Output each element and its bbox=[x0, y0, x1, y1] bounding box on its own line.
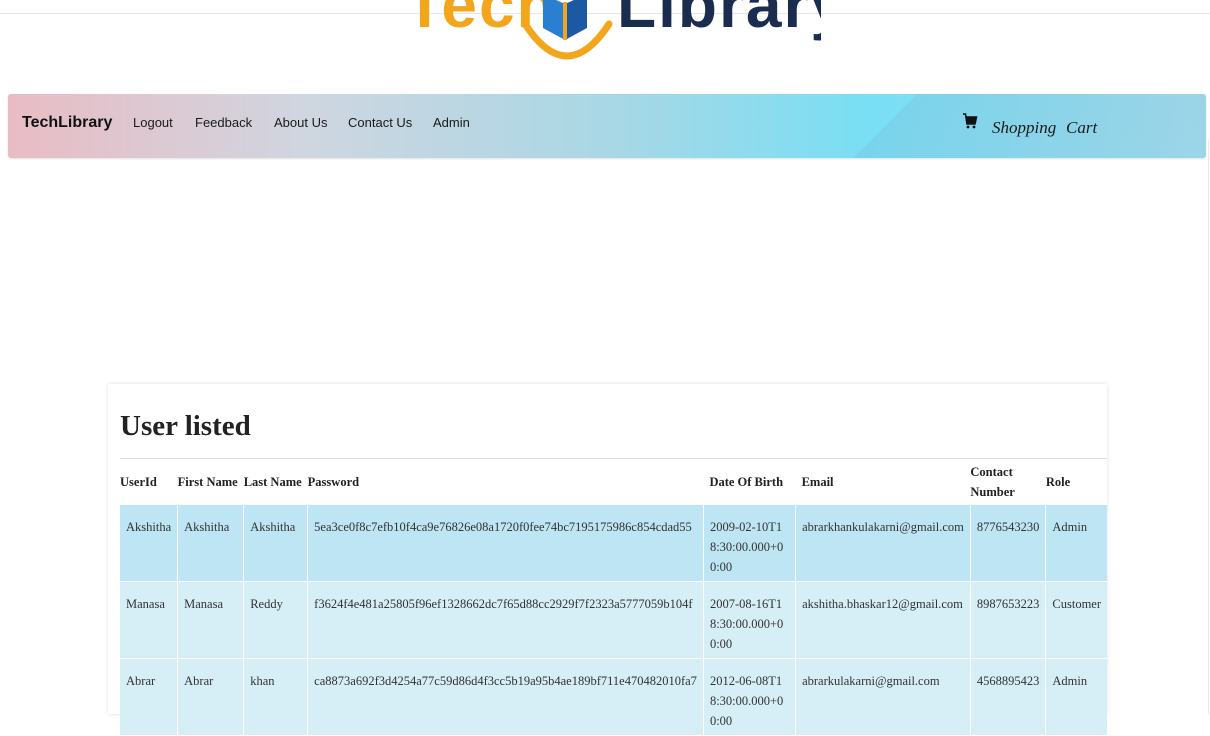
cell-date-of-birth: 2007-08-16T18:30:00.000+00:00 bbox=[702, 581, 796, 659]
col-header-email: Email bbox=[795, 458, 971, 505]
cell-userid: Manasa bbox=[120, 581, 178, 659]
logo-word-library: Library bbox=[617, 0, 821, 41]
nav-admin[interactable]: Admin bbox=[433, 115, 470, 130]
cell-first-name: Akshitha bbox=[177, 505, 244, 582]
col-header-password: Password bbox=[307, 458, 704, 505]
book-cube-icon bbox=[543, 0, 587, 40]
cell-userid: Akshitha bbox=[120, 505, 178, 582]
col-header-last-name: Last Name bbox=[243, 458, 308, 505]
cell-date-of-birth: 2012-06-08T18:30:00.000+00:00 bbox=[702, 658, 796, 736]
user-list-panel: User listed UserId First Name Last Name … bbox=[108, 384, 1107, 736]
nav-about-us[interactable]: About Us bbox=[274, 115, 327, 130]
cell-first-name: Manasa bbox=[177, 581, 244, 659]
cell-role: Admin bbox=[1045, 658, 1107, 736]
navbar-brand[interactable]: TechLibrary bbox=[22, 114, 112, 132]
cell-password: f3624f4e481a25805f96ef1328662dc7f65d88cc… bbox=[307, 581, 704, 659]
cell-email: abrarkulakarni@gmail.com bbox=[795, 658, 971, 736]
users-table: UserId First Name Last Name Password Dat… bbox=[120, 458, 1107, 736]
cell-email: akshitha.bhaskar12@gmail.com bbox=[795, 581, 971, 659]
col-header-date-of-birth: Date Of Birth bbox=[703, 458, 796, 505]
table-row[interactable]: Manasa Manasa Reddy f3624f4e481a25805f96… bbox=[120, 581, 1107, 659]
cell-contact-number: 8776543230 bbox=[969, 505, 1046, 582]
cell-last-name: Akshitha bbox=[243, 505, 308, 582]
cell-role: Customer bbox=[1045, 581, 1107, 659]
cell-date-of-birth: 2009-02-10T18:30:00.000+00:00 bbox=[702, 505, 796, 582]
cell-password: ca8873a692f3d4254a77c59d86d4f3cc5b19a95b… bbox=[307, 658, 704, 736]
site-logo: Tech Library bbox=[393, 0, 821, 72]
nav-logout[interactable]: Logout bbox=[133, 115, 173, 130]
cell-userid: Abrar bbox=[120, 658, 178, 736]
scrollbar-edge bbox=[1208, 140, 1209, 714]
cell-password: 5ea3ce0f8c7efb10f4ca9e76826e08a1720f0fee… bbox=[307, 505, 704, 582]
navbar: TechLibrary Logout Feedback About Us Con… bbox=[8, 94, 1206, 158]
cell-last-name: Reddy bbox=[243, 581, 308, 659]
cell-contact-number: 8987653223 bbox=[969, 581, 1046, 659]
cart-label-cart: Cart bbox=[1066, 118, 1098, 137]
shopping-cart-icon[interactable] bbox=[962, 113, 978, 129]
cell-first-name: Abrar bbox=[177, 658, 244, 736]
cell-last-name: khan bbox=[243, 658, 308, 736]
col-header-userid: UserId bbox=[120, 458, 178, 505]
table-header-row: UserId First Name Last Name Password Dat… bbox=[120, 458, 1107, 505]
cell-email: abrarkhankulakarni@gmail.com bbox=[795, 505, 971, 582]
cell-contact-number: 4568895423 bbox=[969, 658, 1046, 736]
col-header-contact-number: Contact Number bbox=[970, 458, 1046, 505]
table-row[interactable]: Akshitha Akshitha Akshitha 5ea3ce0f8c7ef… bbox=[120, 505, 1107, 582]
col-header-role: Role bbox=[1045, 458, 1107, 505]
nav-contact-us[interactable]: Contact Us bbox=[348, 115, 412, 130]
cell-role: Admin bbox=[1045, 505, 1107, 582]
col-header-first-name: First Name bbox=[177, 458, 244, 505]
nav-feedback[interactable]: Feedback bbox=[195, 115, 252, 130]
cart-label-shopping: Shopping bbox=[992, 118, 1057, 137]
table-row[interactable]: Abrar Abrar khan ca8873a692f3d4254a77c59… bbox=[120, 658, 1107, 736]
page-title: User listed bbox=[120, 410, 251, 442]
